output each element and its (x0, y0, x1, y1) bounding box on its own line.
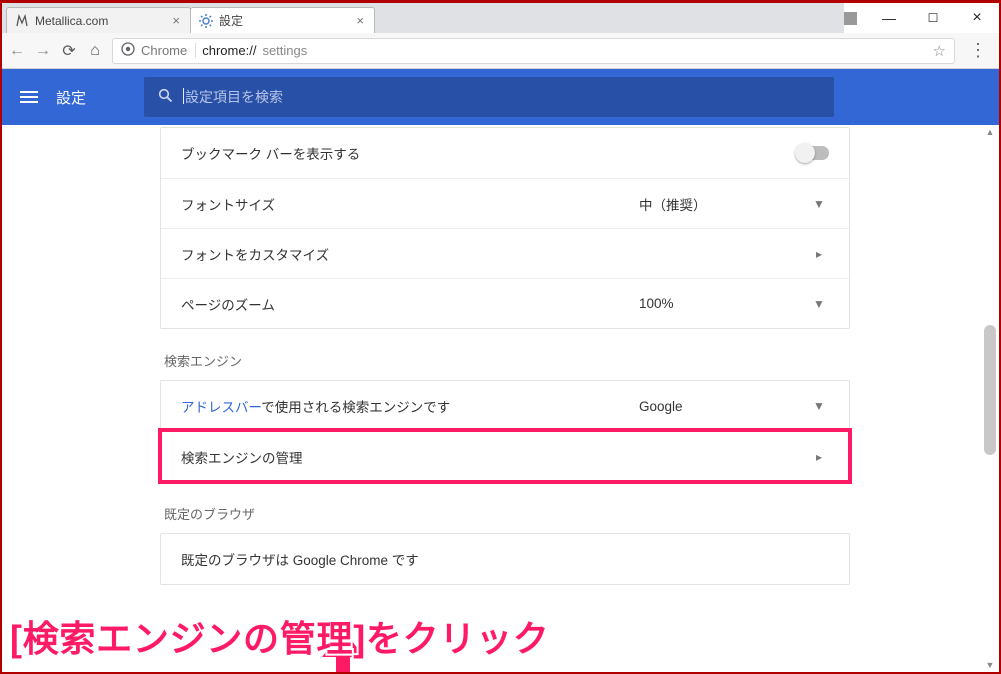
tab-strip: Metallica.com × 設定 × (2, 3, 844, 33)
search-engine-card: アドレスバーで使用される検索エンジンです Google ▼ 検索エンジンの管理 … (160, 380, 850, 482)
settings-content: ブックマーク バーを表示する フォントサイズ 中（推奨） ▼ フォントをカスタマ… (2, 125, 999, 672)
window-titlebar: Metallica.com × 設定 × — ☐ × (2, 3, 999, 33)
chevron-right-icon: ▸ (809, 450, 829, 464)
menu-button[interactable] (20, 91, 38, 103)
url-host: chrome:// (202, 43, 256, 58)
page-title: 設定 (56, 87, 86, 108)
row-value: 100% (639, 296, 809, 311)
window-buttons: — ☐ × (844, 3, 999, 33)
site-icon (121, 42, 135, 59)
gear-icon (199, 14, 213, 28)
row-default-browser-status: 既定のブラウザは Google Chrome です (161, 534, 849, 584)
row-label: 既定のブラウザは Google Chrome です (181, 549, 829, 569)
row-addressbar-engine[interactable]: アドレスバーで使用される検索エンジンです Google ▼ (161, 381, 849, 431)
tab-title: Metallica.com (35, 14, 170, 28)
toolbar: ← → ⟳ ⌂ Chrome chrome:// settings ☆ ⋮ (2, 33, 999, 69)
row-label: ブックマーク バーを表示する (181, 143, 797, 163)
section-search-engine: 検索エンジン (164, 351, 850, 370)
section-default-browser: 既定のブラウザ (164, 504, 850, 523)
scroll-up-icon[interactable]: ▲ (984, 127, 996, 137)
toggle-off[interactable] (797, 146, 829, 160)
chevron-right-icon: ▸ (809, 247, 829, 261)
minimize-button[interactable]: — (867, 3, 911, 33)
tab-title: 設定 (219, 12, 354, 29)
row-font-customize[interactable]: フォントをカスタマイズ ▸ (161, 228, 849, 278)
reload-button[interactable]: ⟳ (60, 41, 78, 61)
row-label-suffix: で使用される検索エンジンです (261, 400, 450, 415)
forward-button[interactable]: → (34, 42, 52, 60)
product-chip: Chrome (141, 43, 196, 58)
row-label: アドレスバーで使用される検索エンジンです (181, 396, 639, 416)
close-icon[interactable]: × (354, 13, 366, 28)
row-bookmark-bar[interactable]: ブックマーク バーを表示する (161, 128, 849, 178)
close-icon[interactable]: × (170, 13, 182, 28)
scrollbar-thumb[interactable] (984, 325, 996, 455)
appearance-card: ブックマーク バーを表示する フォントサイズ 中（推奨） ▼ フォントをカスタマ… (160, 127, 850, 329)
row-value: 中（推奨） (639, 194, 809, 214)
tab-metallica[interactable]: Metallica.com × (6, 7, 191, 33)
row-label: 検索エンジンの管理 (181, 447, 809, 467)
default-browser-card: 既定のブラウザは Google Chrome です (160, 533, 850, 585)
home-button[interactable]: ⌂ (86, 42, 104, 60)
dropdown-icon: ▼ (809, 197, 829, 211)
row-label: ページのズーム (181, 294, 639, 314)
search-placeholder: 設定項目を検索 (185, 87, 283, 107)
search-icon (158, 88, 173, 107)
row-label: フォントサイズ (181, 194, 639, 214)
row-manage-search-engines[interactable]: 検索エンジンの管理 ▸ (161, 431, 849, 481)
annotation-text: [検索エンジンの管理]をクリック (10, 610, 550, 662)
row-page-zoom[interactable]: ページのズーム 100% ▼ (161, 278, 849, 328)
favicon-generic (15, 14, 29, 28)
row-font-size[interactable]: フォントサイズ 中（推奨） ▼ (161, 178, 849, 228)
maximize-button[interactable]: ☐ (911, 3, 955, 33)
back-button[interactable]: ← (8, 42, 26, 60)
row-value: Google (639, 399, 809, 414)
dropdown-icon: ▼ (809, 399, 829, 413)
address-bar[interactable]: Chrome chrome:// settings ☆ (112, 38, 955, 64)
dropdown-icon: ▼ (809, 297, 829, 311)
url-path: settings (262, 43, 307, 58)
scroll-down-icon[interactable]: ▼ (984, 660, 996, 670)
settings-search[interactable]: 設定項目を検索 (144, 77, 834, 117)
settings-header: 設定 設定項目を検索 (2, 69, 999, 125)
bookmark-star-icon[interactable]: ☆ (933, 42, 946, 60)
addressbar-link[interactable]: アドレスバー (181, 400, 261, 415)
tab-settings[interactable]: 設定 × (190, 7, 375, 33)
window-status-box (844, 12, 857, 25)
browser-menu-button[interactable]: ⋮ (963, 40, 993, 61)
row-label: フォントをカスタマイズ (181, 244, 809, 264)
close-window-button[interactable]: × (955, 3, 999, 33)
